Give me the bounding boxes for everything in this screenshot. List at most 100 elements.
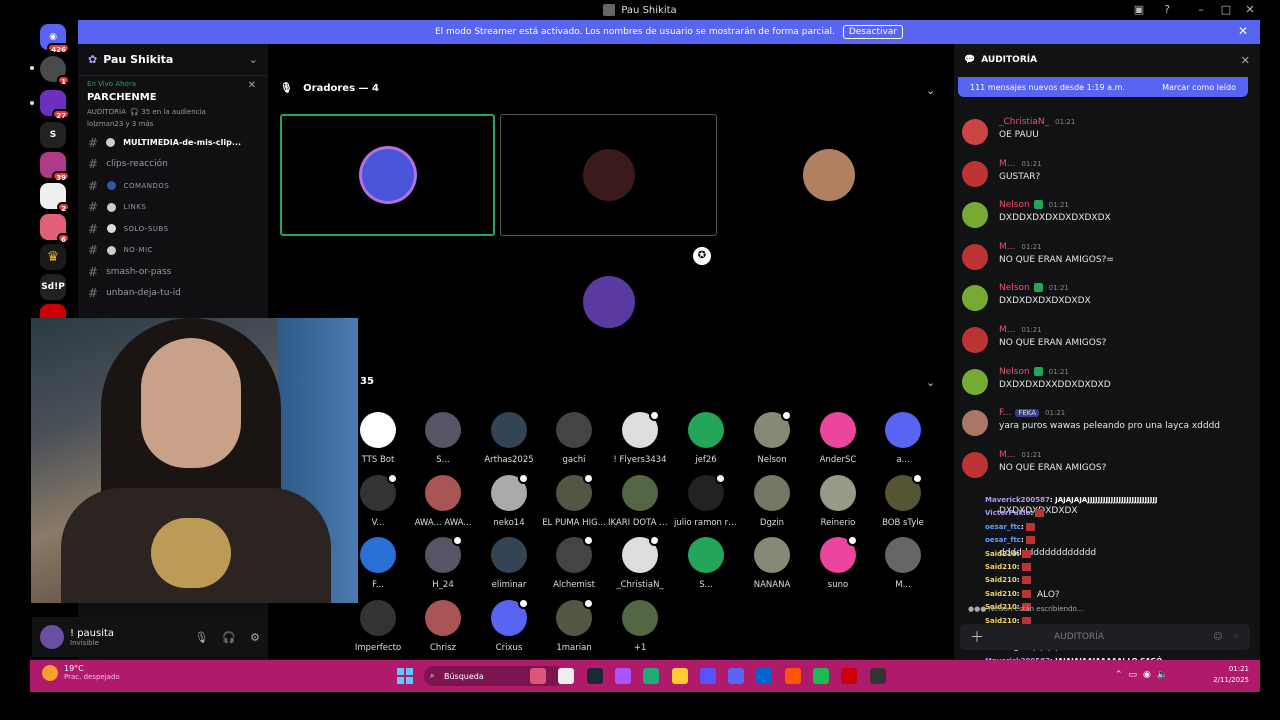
spotify-icon[interactable] — [813, 668, 829, 684]
outlook-icon[interactable] — [756, 668, 773, 684]
audience-member[interactable]: julio ramon ri... — [674, 473, 738, 528]
audience-member[interactable]: M... — [871, 537, 935, 590]
audience-member[interactable]: IKARI DOTA 5... — [608, 475, 672, 528]
apps-icon[interactable]: ⁘ — [1232, 632, 1240, 642]
message-author[interactable]: M... 01:21 — [999, 450, 1042, 460]
server-header[interactable]: ✿ Pau Shikita ⌄ — [78, 44, 268, 76]
close-window-button[interactable]: ✕ — [1241, 2, 1259, 18]
headphones-icon[interactable]: 🎧 — [222, 631, 236, 644]
audience-member[interactable]: 1marian — [542, 598, 606, 653]
crown-icon[interactable]: ♛ — [40, 244, 66, 270]
chat-input[interactable]: ＋ AUDITORÍA ☺ ⁘ — [960, 624, 1250, 650]
speaker-tile[interactable] — [721, 114, 937, 236]
plus-icon[interactable]: ＋ — [970, 627, 984, 647]
app-icon[interactable] — [643, 668, 660, 684]
avatar[interactable] — [962, 451, 988, 478]
chevron-down-icon[interactable]: ⌄ — [926, 376, 935, 389]
server-icon[interactable]: 27 — [40, 90, 70, 120]
help-icon[interactable]: ? — [1158, 2, 1176, 18]
clock[interactable]: 01:21 2/11/2025 — [1205, 665, 1249, 684]
message-author[interactable]: M... 01:21 — [999, 242, 1042, 252]
channel-item[interactable]: # MULTIMEDIA-de-mis-clip... — [78, 132, 268, 154]
avatar[interactable] — [962, 202, 988, 229]
chevron-down-icon[interactable]: ⌄ — [926, 84, 935, 97]
audience-member[interactable]: Arthas2025 — [477, 412, 541, 465]
inbox-icon[interactable]: ▣ — [1130, 2, 1148, 18]
audience-member[interactable]: ÑAÑAÑA — [740, 537, 804, 590]
avatar[interactable] — [40, 625, 64, 649]
audience-member[interactable]: suno — [806, 535, 870, 590]
brave-icon[interactable] — [784, 668, 801, 684]
message-author[interactable]: M... 01:21 — [999, 325, 1042, 335]
audience-member[interactable]: EL PUMA HIG... — [542, 473, 606, 528]
maximize-button[interactable]: □ — [1217, 2, 1235, 18]
avatar[interactable] — [962, 327, 988, 353]
avatar[interactable] — [962, 368, 988, 395]
audience-member[interactable]: _ChristiaN_ — [608, 535, 672, 590]
audience-member[interactable]: Crixus — [477, 598, 541, 653]
message-author[interactable]: Nelson 01:21 — [999, 283, 1069, 293]
close-icon[interactable]: ✕ — [1238, 24, 1248, 38]
channel-item[interactable]: # SOLO-SUBS — [78, 218, 268, 240]
audience-member[interactable]: Dgzin — [740, 475, 804, 528]
taskview-icon[interactable] — [558, 668, 575, 684]
avatar[interactable] — [962, 410, 988, 437]
server-icon[interactable]: Sd!P — [40, 274, 66, 300]
dm-home-icon[interactable]: ◉ 426 — [40, 24, 70, 54]
steam-icon[interactable] — [586, 668, 603, 684]
audience-member[interactable]: S... — [674, 537, 738, 590]
channel-item[interactable]: # LINKS — [78, 197, 268, 219]
app-icon[interactable] — [530, 668, 546, 684]
audience-member[interactable]: Imperfecto — [346, 600, 410, 653]
channel-item[interactable]: # clips-reacción — [78, 154, 268, 176]
audience-member[interactable]: ! Flyers3434 — [608, 410, 672, 465]
copilot-icon[interactable] — [614, 668, 631, 684]
server-icon[interactable]: 2 — [40, 183, 70, 213]
audience-member[interactable]: jef26 — [674, 412, 738, 465]
speaker-tile[interactable] — [280, 114, 495, 236]
channel-item[interactable]: # NO-MIC — [78, 240, 268, 262]
live-stage-card[interactable]: En Vivo Ahora PARCHENME AUDITORÍA 🎧 35 e… — [78, 76, 268, 132]
server-icon[interactable]: 39 — [40, 152, 70, 182]
audience-member[interactable]: Nelson — [740, 410, 804, 465]
audience-member[interactable]: gachi — [542, 412, 606, 465]
message-author[interactable]: Nelson 01:21 — [999, 200, 1069, 210]
message-author[interactable]: _ChristiaN_ 01:21 — [999, 117, 1075, 127]
close-icon[interactable]: ✕ — [1241, 54, 1250, 67]
channel-item[interactable]: # smash-or-pass — [78, 261, 268, 283]
emoji-icon[interactable]: ☺ — [1213, 632, 1222, 642]
server-icon[interactable]: S — [40, 122, 66, 148]
new-messages-bar[interactable]: 111 mensajes nuevos desde 1:19 a.m. Marc… — [958, 77, 1248, 97]
audience-member[interactable]: S... — [411, 412, 475, 465]
audience-member[interactable]: +1 — [608, 600, 672, 653]
audience-member[interactable]: AWA... AWA... — [411, 475, 475, 528]
chevron-down-icon[interactable]: ⌄ — [249, 53, 258, 66]
audience-member[interactable]: a... — [871, 412, 935, 465]
app-icon[interactable] — [841, 668, 858, 684]
server-icon[interactable]: 6 — [40, 214, 70, 244]
minimize-button[interactable]: – — [1192, 2, 1210, 18]
folder-icon[interactable] — [671, 668, 688, 684]
weather-widget[interactable]: 19°C Prac. despejado — [42, 664, 120, 681]
teams-icon[interactable] — [699, 668, 716, 684]
avatar[interactable] — [962, 119, 988, 145]
speaker-tile[interactable]: ✪ — [500, 241, 717, 362]
discord-icon[interactable] — [728, 668, 745, 684]
avatar[interactable] — [962, 243, 988, 270]
system-tray[interactable]: ⌃▭◉🔈 — [1115, 670, 1174, 680]
audience-member[interactable]: Alchemist — [542, 535, 606, 590]
message-author[interactable]: Nelson 01:21 — [999, 366, 1069, 377]
app-icon[interactable] — [869, 668, 886, 684]
audience-member[interactable]: Chrisz — [411, 600, 475, 653]
windows-start-icon[interactable] — [397, 668, 413, 684]
server-icon[interactable]: 1 — [40, 56, 70, 86]
audience-member[interactable]: neko14 — [477, 473, 541, 528]
disable-streamer-button[interactable]: Desactivar — [842, 25, 904, 39]
channel-item[interactable]: # unban-deja-tu-id — [78, 283, 268, 305]
message-author[interactable]: M... 01:21 — [999, 159, 1042, 169]
gear-icon[interactable]: ⚙ — [250, 631, 260, 644]
speaker-tile[interactable] — [500, 114, 717, 236]
microphone-icon[interactable]: 🎙 — [194, 631, 208, 644]
mark-read-button[interactable]: Marcar como leído — [1162, 83, 1236, 92]
avatar[interactable] — [962, 160, 988, 187]
